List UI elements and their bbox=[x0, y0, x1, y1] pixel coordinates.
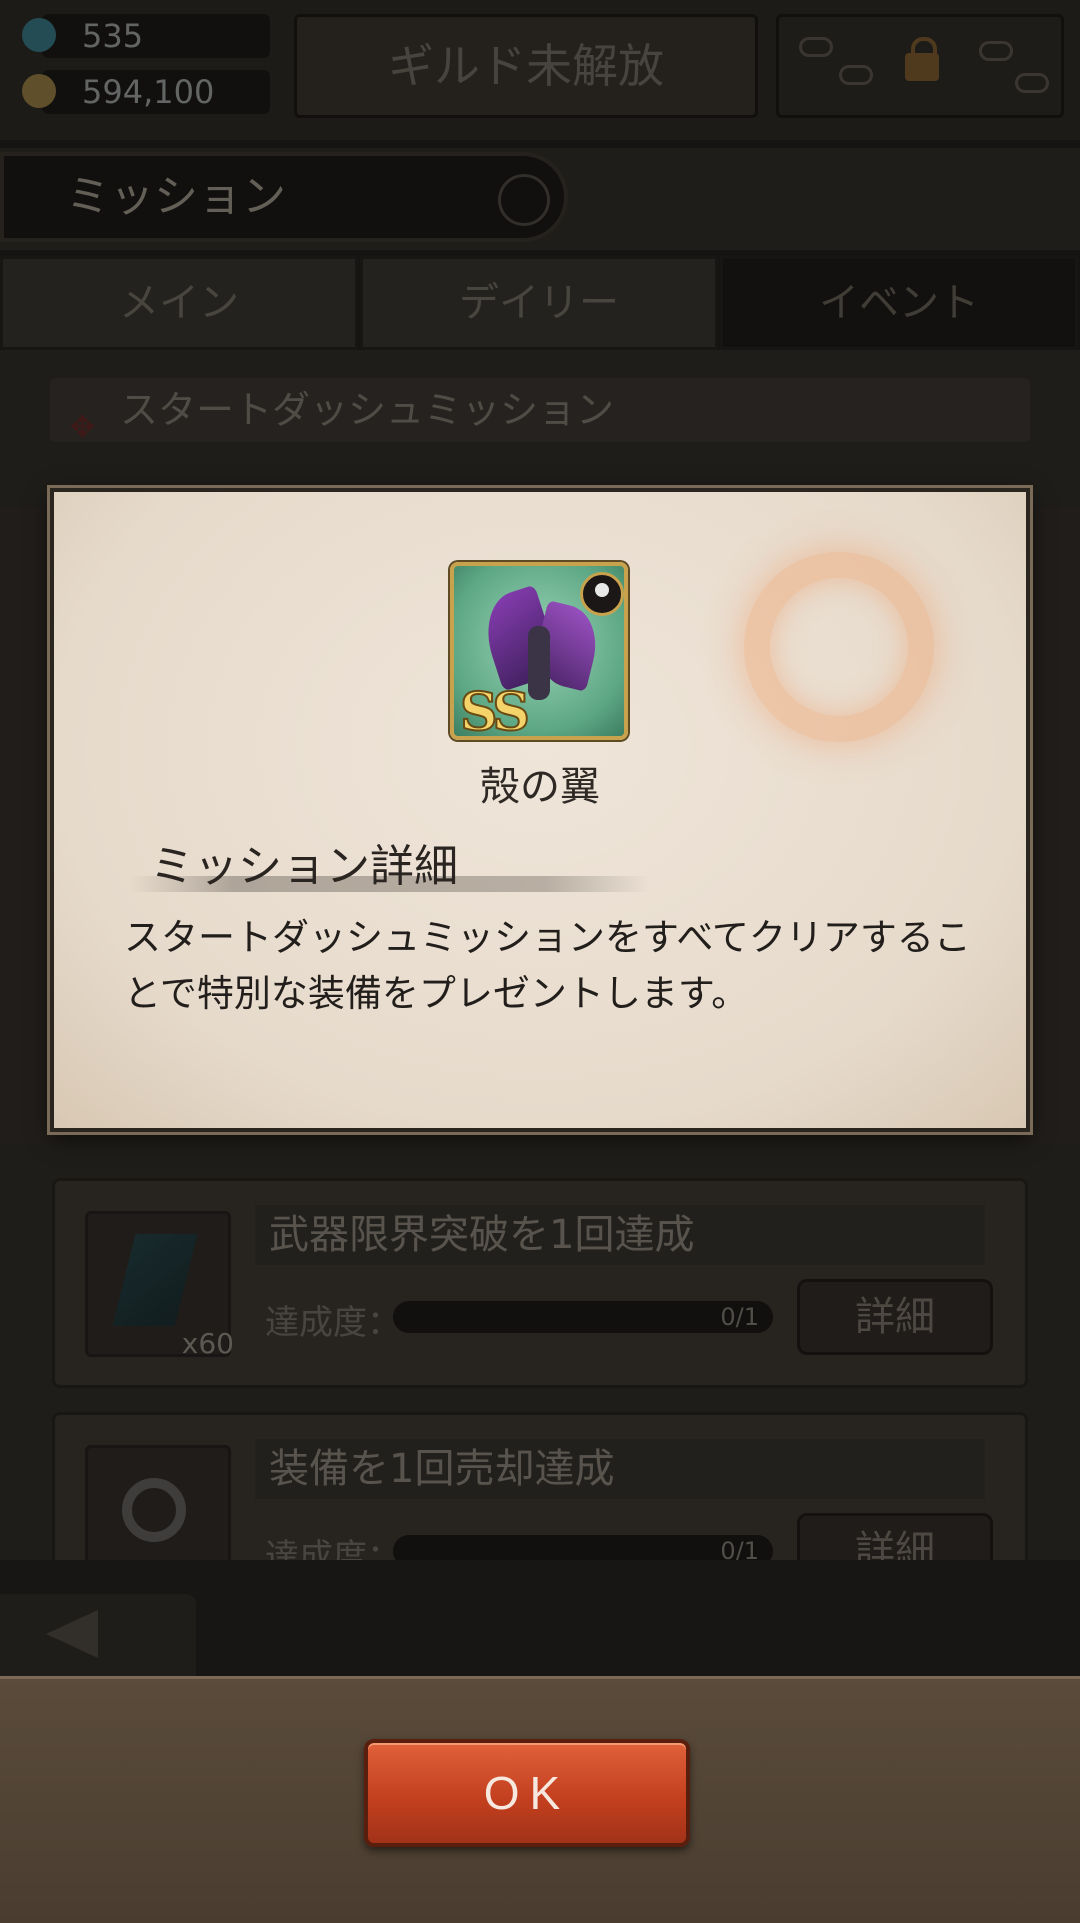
back-arrow-icon bbox=[46, 1610, 98, 1658]
reward-thumbnail: x60 bbox=[85, 1211, 234, 1360]
cross-icon: ✥ bbox=[70, 410, 96, 445]
item-icon: SS bbox=[450, 562, 628, 740]
tab-event[interactable]: イベント bbox=[720, 256, 1078, 350]
modal-section-title: ミッション詳細 bbox=[150, 841, 458, 892]
coin-icon bbox=[22, 74, 56, 108]
mission-detail-modal: SS 殻の翼 ミッション詳細 スタートダッシュミッションをすべてクリアすることで… bbox=[50, 488, 1030, 1132]
item-name: 殻の翼 bbox=[480, 764, 600, 810]
ring-icon bbox=[122, 1478, 186, 1542]
chain-icon bbox=[839, 65, 873, 85]
chain-icon bbox=[979, 41, 1013, 61]
gold-counter: 594,100 bbox=[22, 70, 270, 114]
progress-bar: 0/1 bbox=[393, 1301, 773, 1333]
emblem-icon bbox=[498, 174, 550, 226]
back-button[interactable] bbox=[0, 1594, 196, 1676]
chain-icon bbox=[1015, 73, 1049, 93]
gem-counter: 535 bbox=[22, 14, 270, 58]
detail-button[interactable]: 詳細 bbox=[797, 1279, 993, 1355]
chain-icon bbox=[799, 37, 833, 57]
tab-bar: メイン デイリー イベント bbox=[0, 256, 1080, 350]
rarity-label: SS bbox=[459, 681, 531, 740]
crystal-icon bbox=[112, 1234, 198, 1326]
glow-effect bbox=[744, 552, 934, 742]
mission-description: スタートダッシュミッションをすべてクリアすることで特別な装備をプレゼントします。 bbox=[124, 916, 971, 1015]
mission-card: x60 武器限界突破を1回達成 達成度： 0/1 詳細 bbox=[52, 1178, 1028, 1388]
section-header: ✥ スタートダッシュミッション bbox=[50, 378, 1030, 445]
locked-button[interactable] bbox=[776, 14, 1064, 118]
progress-label: 達成度： bbox=[265, 1303, 401, 1343]
tab-main[interactable]: メイン bbox=[0, 256, 358, 350]
mission-title: 武器限界突破を1回達成 bbox=[255, 1205, 985, 1265]
gem-icon bbox=[22, 18, 56, 52]
mission-title: 装備を1回売却達成 bbox=[255, 1439, 985, 1499]
element-badge-icon bbox=[580, 572, 624, 616]
lock-icon bbox=[905, 37, 939, 81]
fairy-figure-icon bbox=[528, 626, 550, 700]
dialog-footer: OK bbox=[0, 1676, 1080, 1923]
screen-title: ミッション bbox=[0, 152, 568, 242]
ok-button[interactable]: OK bbox=[364, 1739, 690, 1847]
tab-daily[interactable]: デイリー bbox=[360, 256, 718, 350]
guild-button[interactable]: ギルド未解放 bbox=[294, 14, 758, 118]
